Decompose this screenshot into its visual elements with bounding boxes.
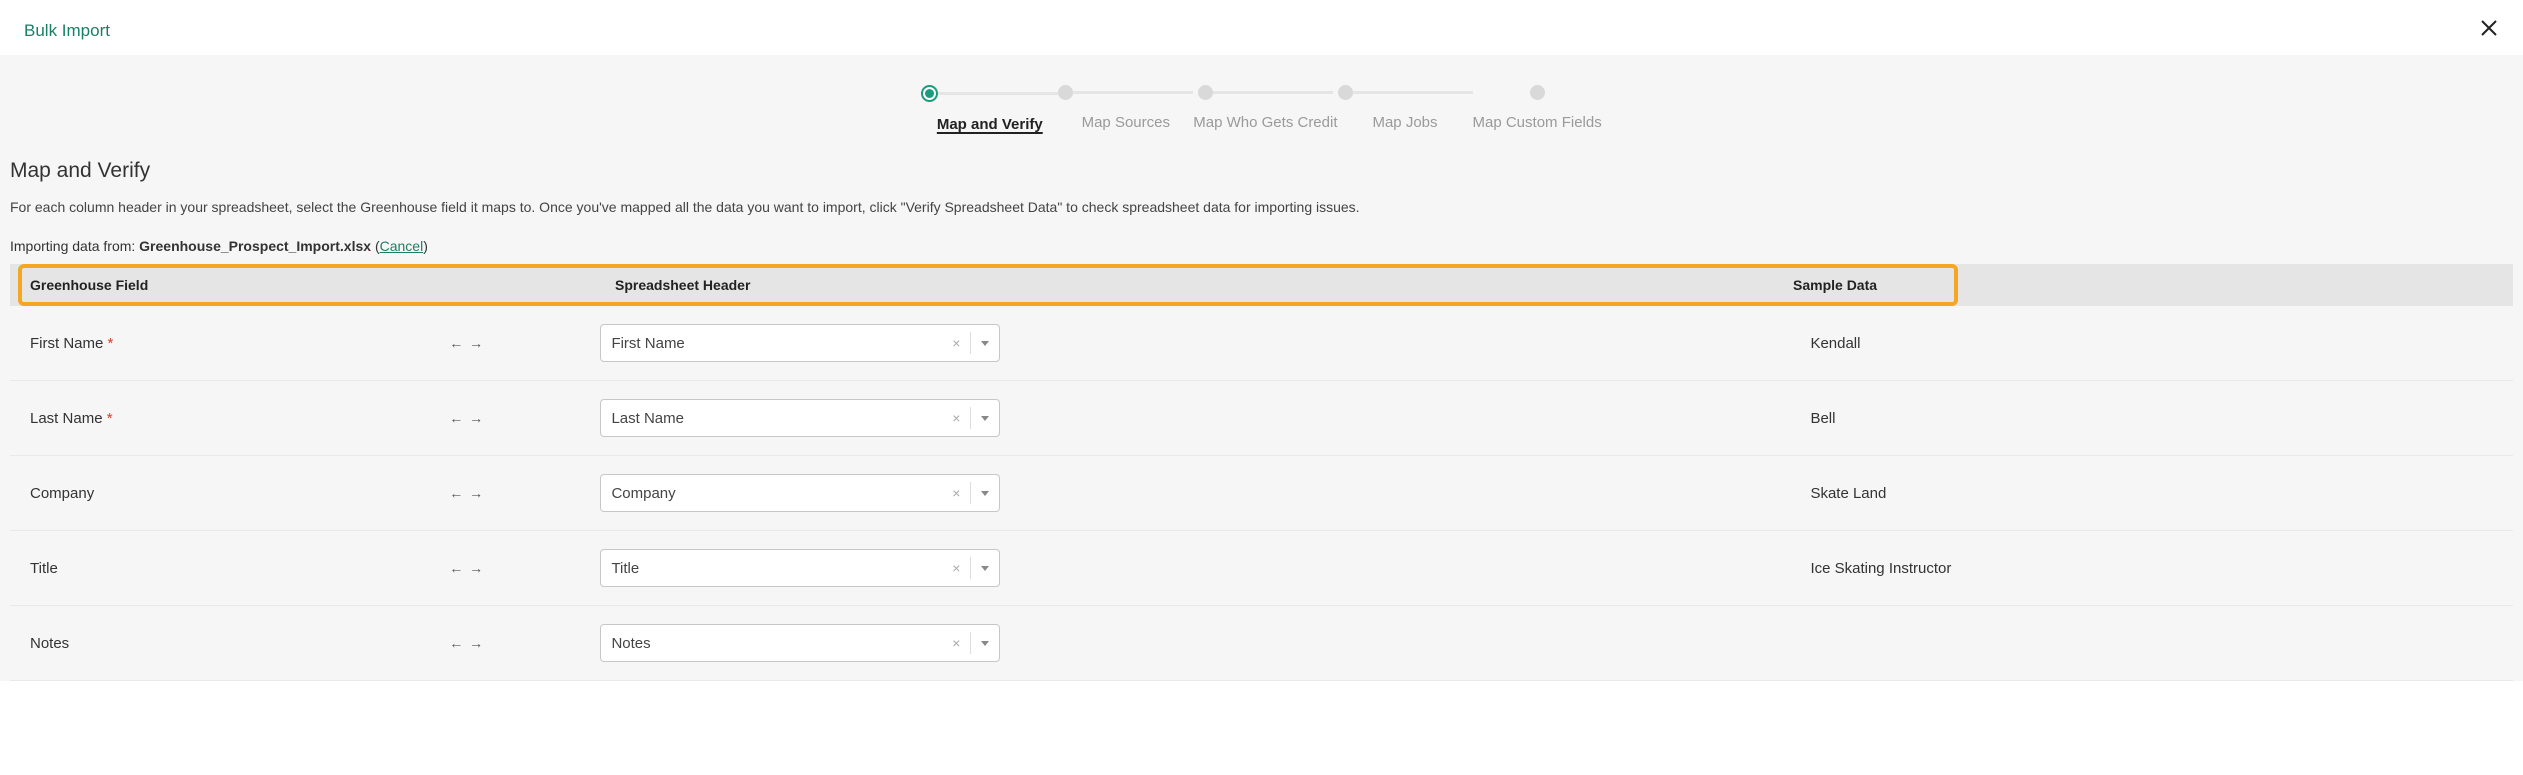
step-map-custom-fields[interactable]: Map Custom Fields	[1473, 85, 1602, 131]
select-cell: Notes ×	[600, 624, 1810, 662]
spreadsheet-header-select[interactable]: Company ×	[600, 474, 1000, 512]
field-label: Title	[30, 560, 58, 577]
sample-data-cell: Ice Skating Instructor	[1810, 560, 2493, 577]
col-header-field: Greenhouse Field	[30, 277, 615, 293]
required-asterisk: *	[107, 410, 113, 427]
step-dot-icon	[921, 85, 938, 102]
step-dot-icon	[1338, 85, 1353, 100]
table-row: Title ← → Title × Ice Skating Instructor	[10, 531, 2513, 606]
step-label: Map Sources	[1082, 114, 1170, 131]
col-header-spreadsheet: Spreadsheet Header	[615, 277, 1793, 293]
modal-header: Bulk Import	[0, 0, 2523, 55]
field-name-cell: Notes	[30, 635, 449, 652]
modal-body: Map and Verify Map Sources Map Who Gets …	[0, 55, 2523, 681]
mapping-arrows-icon: ← →	[449, 635, 600, 651]
step-map-jobs[interactable]: Map Jobs	[1338, 85, 1473, 131]
select-cell: Last Name ×	[600, 399, 1810, 437]
close-icon[interactable]	[2479, 18, 2499, 43]
spreadsheet-header-select[interactable]: Title ×	[600, 549, 1000, 587]
sample-data-cell: Kendall	[1810, 335, 2493, 352]
mapping-arrows-icon: ← →	[449, 560, 600, 576]
chevron-down-icon[interactable]	[981, 341, 989, 346]
select-clear-icon[interactable]: ×	[946, 635, 966, 651]
chevron-down-icon[interactable]	[981, 491, 989, 496]
step-map-sources[interactable]: Map Sources	[1058, 85, 1193, 131]
select-clear-icon[interactable]: ×	[946, 410, 966, 426]
col-header-sample: Sample Data	[1793, 277, 2493, 293]
mapping-arrows-icon: ← →	[449, 335, 600, 351]
table-header-row: Greenhouse Field Spreadsheet Header Samp…	[10, 264, 2513, 306]
chevron-down-icon[interactable]	[981, 416, 989, 421]
sample-data-cell: Bell	[1810, 410, 2493, 427]
field-name-cell: Title	[30, 560, 449, 577]
step-map-who-gets-credit[interactable]: Map Who Gets Credit	[1193, 85, 1337, 131]
select-divider	[970, 557, 971, 579]
paren-close: )	[423, 238, 428, 254]
select-value: First Name	[611, 335, 946, 352]
table-row: Company ← → Company × Skate Land	[10, 456, 2513, 531]
content-area: Map and Verify For each column header in…	[0, 155, 2523, 681]
field-label: Notes	[30, 635, 69, 652]
table-header-wrap: Greenhouse Field Spreadsheet Header Samp…	[10, 264, 2513, 306]
field-label: First Name	[30, 335, 103, 352]
select-divider	[970, 332, 971, 354]
step-connector	[938, 92, 1058, 95]
import-source-line: Importing data from: Greenhouse_Prospect…	[10, 238, 2513, 254]
import-prefix: Importing data from:	[10, 238, 139, 254]
section-description: For each column header in your spreadshe…	[10, 197, 2513, 218]
chevron-down-icon[interactable]	[981, 641, 989, 646]
step-label: Map and Verify	[937, 116, 1043, 133]
field-name-cell: First Name *	[30, 335, 449, 352]
select-divider	[970, 407, 971, 429]
select-cell: Title ×	[600, 549, 1810, 587]
select-clear-icon[interactable]: ×	[946, 335, 966, 351]
select-cell: Company ×	[600, 474, 1810, 512]
spreadsheet-header-select[interactable]: Last Name ×	[600, 399, 1000, 437]
cancel-import-link[interactable]: Cancel	[380, 238, 424, 254]
select-value: Title	[611, 560, 946, 577]
step-map-and-verify[interactable]: Map and Verify	[921, 85, 1058, 133]
select-clear-icon[interactable]: ×	[946, 560, 966, 576]
sample-data-cell: Skate Land	[1810, 485, 2493, 502]
step-dot-icon	[1058, 85, 1073, 100]
step-label: Map Who Gets Credit	[1193, 114, 1337, 131]
field-label: Company	[30, 485, 94, 502]
stepper: Map and Verify Map Sources Map Who Gets …	[0, 55, 2523, 155]
select-clear-icon[interactable]: ×	[946, 485, 966, 501]
table-row: Notes ← → Notes ×	[10, 606, 2513, 681]
mapping-arrows-icon: ← →	[449, 485, 600, 501]
select-cell: First Name ×	[600, 324, 1810, 362]
select-divider	[970, 482, 971, 504]
spreadsheet-header-select[interactable]: Notes ×	[600, 624, 1000, 662]
spreadsheet-header-select[interactable]: First Name ×	[600, 324, 1000, 362]
step-label: Map Jobs	[1372, 114, 1437, 131]
section-title: Map and Verify	[10, 159, 2513, 183]
import-filename: Greenhouse_Prospect_Import.xlsx	[139, 238, 371, 254]
field-name-cell: Last Name *	[30, 410, 449, 427]
step-connector	[1213, 91, 1333, 94]
step-connector	[1073, 91, 1193, 94]
table-row: Last Name * ← → Last Name × Bell	[10, 381, 2513, 456]
table-row: First Name * ← → First Name × Kendall	[10, 306, 2513, 381]
step-label: Map Custom Fields	[1473, 114, 1602, 131]
field-label: Last Name	[30, 410, 103, 427]
select-value: Notes	[611, 635, 946, 652]
step-dot-icon	[1198, 85, 1213, 100]
modal-title: Bulk Import	[24, 21, 110, 41]
step-connector	[1353, 91, 1473, 94]
select-value: Last Name	[611, 410, 946, 427]
step-dot-icon	[1530, 85, 1545, 100]
mapping-arrows-icon: ← →	[449, 410, 600, 426]
chevron-down-icon[interactable]	[981, 566, 989, 571]
field-name-cell: Company	[30, 485, 449, 502]
required-asterisk: *	[108, 335, 114, 352]
select-value: Company	[611, 485, 946, 502]
select-divider	[970, 632, 971, 654]
